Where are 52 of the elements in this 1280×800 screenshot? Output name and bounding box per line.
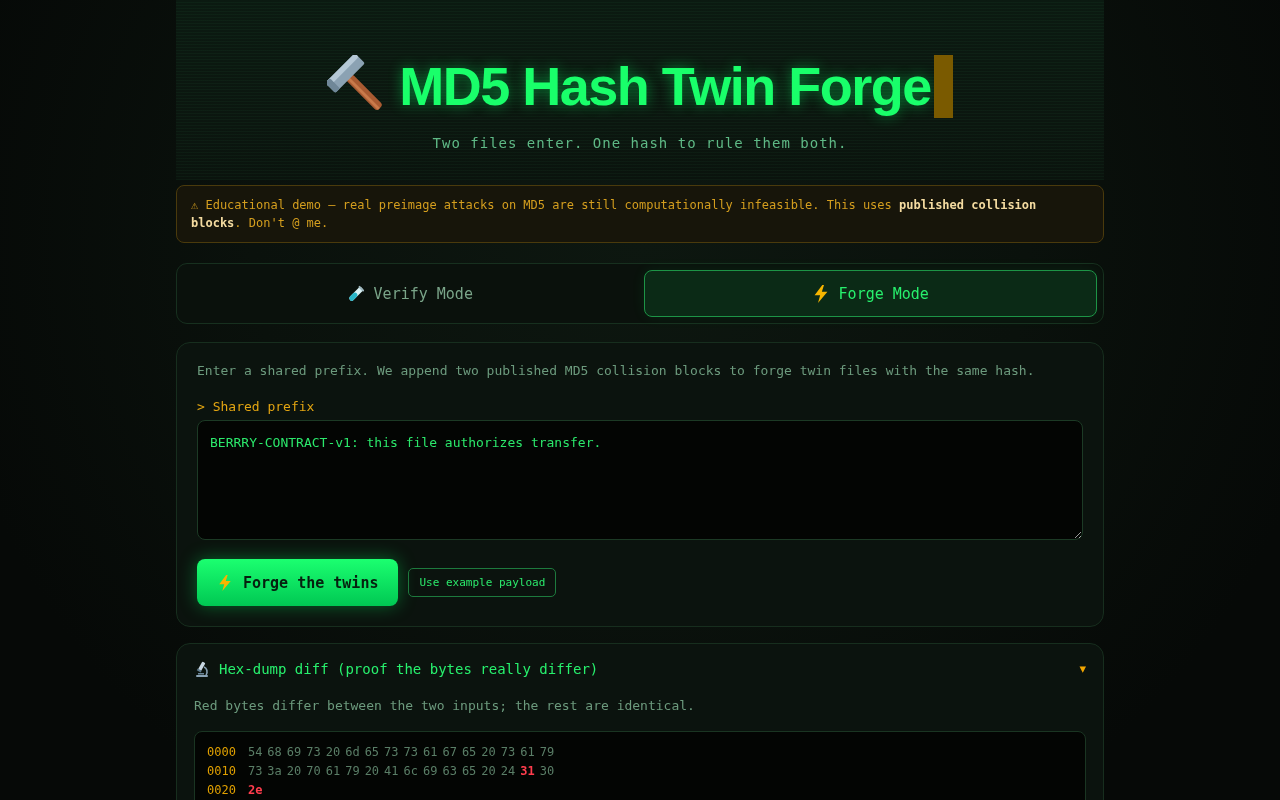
hex-byte: 20 <box>481 762 496 779</box>
hex-byte: 61 <box>423 743 438 760</box>
hex-byte: 73 <box>247 762 263 779</box>
hex-byte: 24 <box>500 762 516 779</box>
hex-byte: 20 <box>325 743 341 760</box>
mode-tab[interactable]: Forge Mode <box>643 270 1097 317</box>
hex-byte: 30 <box>539 762 555 779</box>
hex-byte: 73 <box>306 743 321 760</box>
prefix-textarea[interactable]: BERRRY-CONTRACT-v1: this file authorizes transfer. <box>197 420 1083 540</box>
hex-byte: 69 <box>423 762 438 779</box>
hex-byte: 61 <box>325 762 341 779</box>
page-title: MD5 Hash Twin Forge <box>399 55 931 118</box>
hex-byte: 41 <box>384 762 399 779</box>
field-label: > Shared prefix <box>197 399 316 415</box>
hex-byte: 67 <box>442 743 457 760</box>
hex-byte: 54 <box>247 743 263 760</box>
hex-byte: 20 <box>364 762 380 779</box>
hex-byte: 65 <box>364 743 380 760</box>
caret-toggle[interactable]: ▾ <box>1079 660 1086 678</box>
lightning-icon <box>217 574 233 591</box>
hex-byte: 20 <box>481 743 496 760</box>
hex-offset: 0000 <box>207 743 236 760</box>
hex-byte: 73 <box>384 743 399 760</box>
hex-byte: 61 <box>520 743 535 760</box>
section-title: Hex-dump diff (proof the bytes really differ) <box>219 660 600 678</box>
hex-byte: 73 <box>500 743 516 760</box>
hex-byte: 2e <box>247 781 263 798</box>
diff-note: Red bytes differ between the two inputs; the rest are identical. <box>194 698 696 714</box>
mode-tab[interactable]: Verify Mode <box>183 270 637 317</box>
cursor-block-icon <box>933 54 953 118</box>
hex-byte: 73 <box>403 743 418 760</box>
instructions-text: Enter a shared prefix. We append two published MD5 collision blocks to forge twin files with the same hash. <box>197 363 1036 379</box>
microscope-icon <box>194 661 210 677</box>
hex-byte: 65 <box>461 743 477 760</box>
hex-byte: 79 <box>345 762 360 779</box>
hex-byte: 69 <box>286 743 302 760</box>
hex-byte: 65 <box>461 762 477 779</box>
hex-byte: 6d <box>345 743 360 760</box>
tagline: Two files enter. One hash to rule them both. <box>432 134 848 152</box>
hex-byte: 31 <box>520 762 535 779</box>
hex-byte: 79 <box>539 743 555 760</box>
example-payload-button[interactable]: Use example payload <box>408 568 557 597</box>
hex-byte: 3a <box>267 762 282 779</box>
hex-offset: 0020 <box>207 781 236 798</box>
hex-byte: 70 <box>306 762 321 779</box>
hex-offset: 0010 <box>207 762 236 779</box>
warning-notice: ⚠ Educational demo — real preimage attacks on MD5 are still computationally infeasible. This uses published collision blocks. Don't @ me. <box>176 185 1104 243</box>
hex-byte: 68 <box>267 743 282 760</box>
forge-button[interactable]: Forge the twins <box>197 559 399 606</box>
hex-byte: 63 <box>442 762 457 779</box>
hex-byte: 20 <box>286 762 302 779</box>
hex-byte: 6c <box>403 762 418 779</box>
